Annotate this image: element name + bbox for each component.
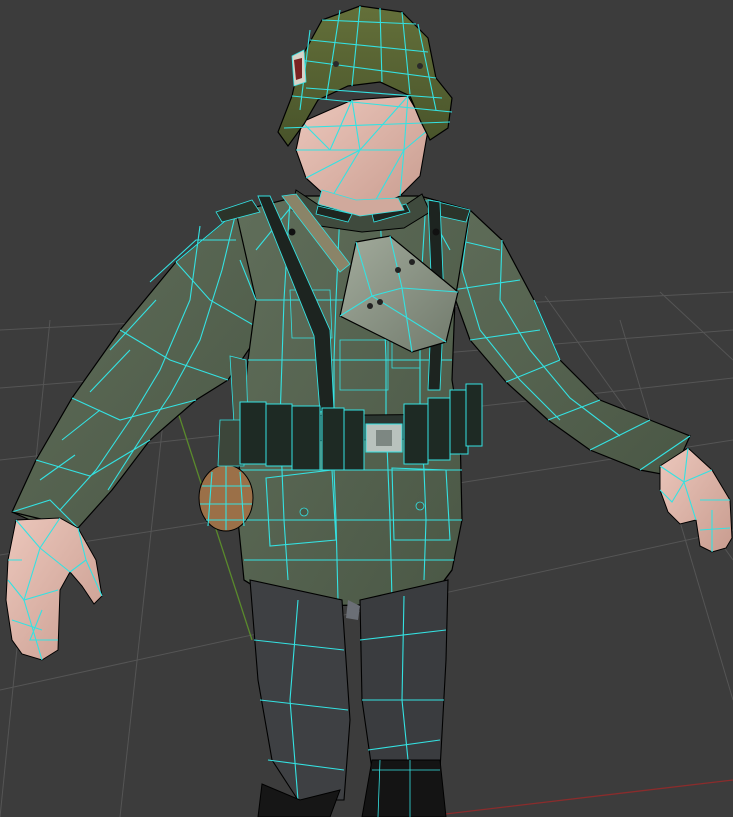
ammo-pouches-left	[239, 401, 365, 471]
3d-viewport[interactable]	[0, 0, 733, 817]
right-hand	[659, 447, 733, 553]
left-hand	[5, 517, 103, 661]
axis-x-line	[419, 779, 733, 817]
